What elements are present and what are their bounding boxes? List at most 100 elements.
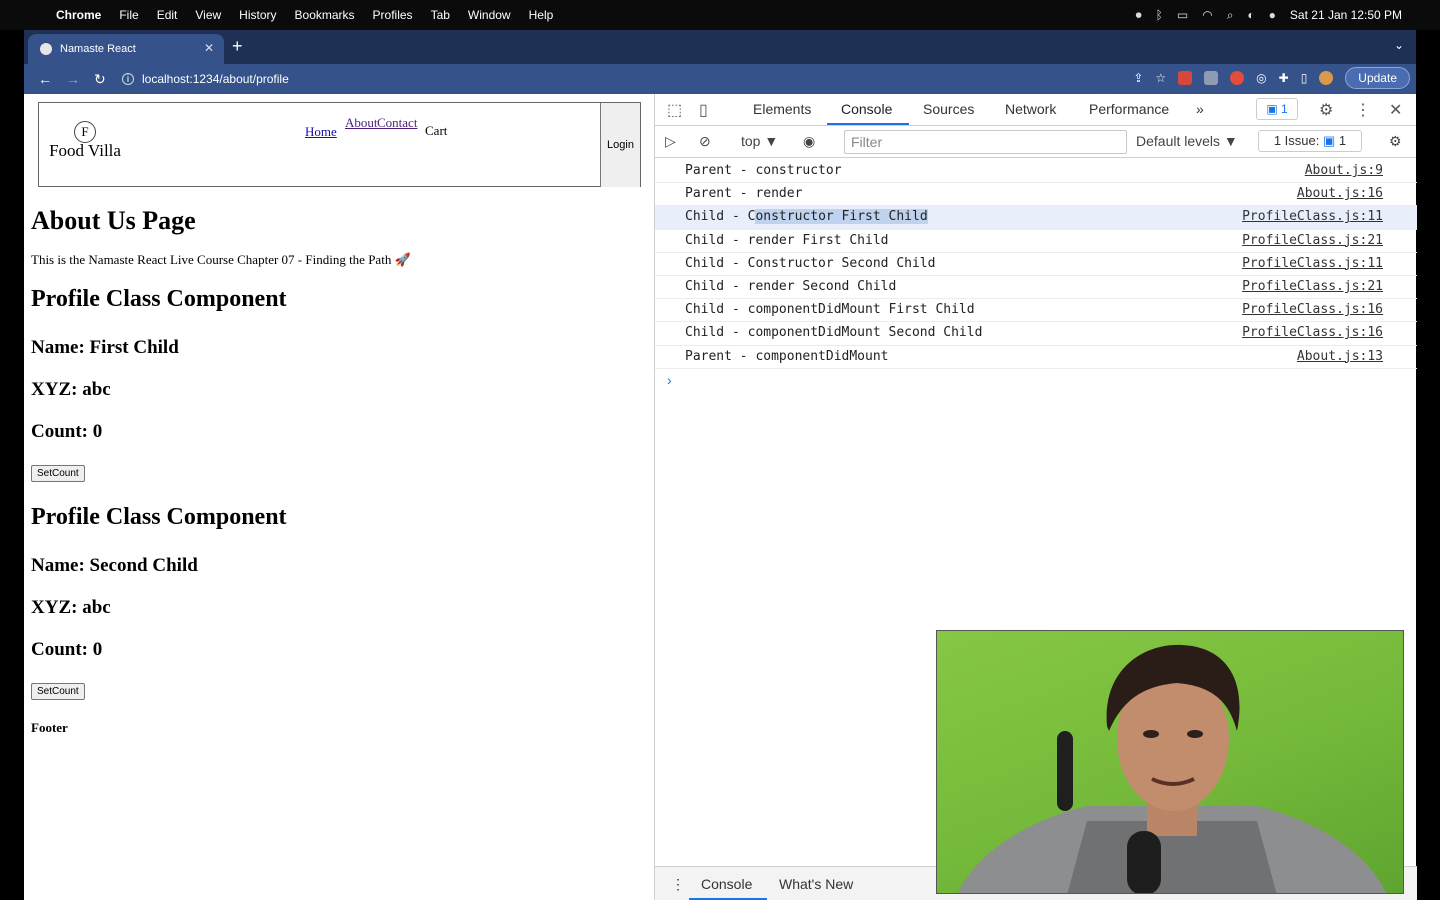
console-log-row-selected[interactable]: Child - Constructor First Child ProfileCl…: [655, 206, 1417, 230]
issues-label: 1 Issue:: [1273, 133, 1320, 148]
back-icon[interactable]: ←: [38, 71, 52, 87]
sidebar-toggle-icon[interactable]: ▷: [665, 133, 676, 150]
tab-search-chevron-icon[interactable]: ⌄: [1394, 38, 1404, 52]
battery-icon[interactable]: ▭: [1177, 8, 1188, 22]
address-bar[interactable]: i localhost:1234/about/profile: [112, 67, 1112, 91]
new-tab-icon[interactable]: +: [232, 36, 243, 57]
console-prompt-chevron-icon[interactable]: ›: [667, 372, 672, 388]
console-log-row[interactable]: Parent - constructor About.js:9: [655, 160, 1417, 184]
control-center-icon[interactable]: ◐: [1247, 8, 1254, 22]
menu-history[interactable]: History: [239, 8, 276, 22]
log-levels-dropdown[interactable]: Default levels ▼: [1136, 133, 1238, 149]
setcount-button[interactable]: SetCount: [31, 465, 85, 482]
share-icon[interactable]: ⇪: [1133, 71, 1143, 85]
issues-button[interactable]: 1 Issue: ▣ 1: [1258, 130, 1362, 152]
toolbar-actions: ⇪ ☆ ◎ ✚ ▯ Update: [1133, 67, 1410, 89]
console-settings-gear-icon[interactable]: ⚙: [1389, 133, 1402, 150]
drawer-tab-whats-new[interactable]: What's New: [779, 876, 853, 892]
tab-sources[interactable]: Sources: [923, 101, 974, 117]
extension-icon[interactable]: [1178, 71, 1193, 85]
tab-console[interactable]: Console: [841, 101, 892, 117]
update-button[interactable]: Update: [1345, 67, 1410, 89]
filter-input[interactable]: Filter: [844, 130, 1127, 154]
extension-icon[interactable]: [1230, 71, 1245, 85]
log-source-link[interactable]: ProfileClass.js:11: [1242, 256, 1383, 271]
tab-performance[interactable]: Performance: [1089, 101, 1169, 117]
device-toolbar-icon[interactable]: ▯: [699, 100, 708, 120]
logo[interactable]: F Food Villa: [45, 121, 125, 169]
log-source-link[interactable]: About.js:9: [1305, 163, 1383, 178]
menu-app-name[interactable]: Chrome: [56, 8, 101, 22]
tab-close-icon[interactable]: ✕: [204, 41, 214, 55]
console-log-row[interactable]: Child - Constructor Second Child ProfileC…: [655, 253, 1417, 276]
console-log-row[interactable]: Parent - componentDidMount About.js:13: [655, 346, 1417, 369]
search-icon[interactable]: ⌕: [1227, 8, 1234, 23]
log-message: Parent - componentDidMount: [685, 348, 889, 364]
messages-count: 1: [1280, 102, 1288, 116]
extension-icon[interactable]: ◎: [1256, 71, 1266, 85]
console-toolbar: ▷ ⊘ top ▼ ◉ Filter Default levels ▼ 1 Is…: [655, 126, 1416, 158]
live-expression-eye-icon[interactable]: ◉: [803, 133, 815, 150]
close-devtools-icon[interactable]: ✕: [1389, 100, 1402, 120]
record-icon[interactable]: ⏺: [1136, 8, 1142, 23]
nav-about-link[interactable]: About: [345, 115, 378, 131]
menu-tab[interactable]: Tab: [431, 8, 450, 22]
forward-icon[interactable]: →: [66, 71, 80, 87]
setcount-button[interactable]: SetCount: [31, 683, 85, 700]
login-button[interactable]: Login: [600, 103, 640, 187]
drawer-menu-icon[interactable]: ⋮: [671, 876, 685, 893]
console-log-row[interactable]: Parent - render About.js:16: [655, 183, 1417, 207]
tab-network[interactable]: Network: [1005, 101, 1056, 117]
menu-view[interactable]: View: [195, 8, 221, 22]
context-selector[interactable]: top ▼: [741, 133, 778, 149]
wifi-icon[interactable]: ◠: [1202, 8, 1212, 22]
siri-icon[interactable]: ●: [1269, 8, 1276, 22]
drawer-tab-console[interactable]: Console: [701, 876, 752, 892]
tab-title: Namaste React: [60, 43, 136, 55]
profile-name: Name: First Child: [31, 337, 179, 358]
menu-edit[interactable]: Edit: [157, 8, 178, 22]
more-options-icon[interactable]: ⋮: [1355, 100, 1371, 120]
log-source-link[interactable]: ProfileClass.js:16: [1242, 302, 1383, 317]
menu-file[interactable]: File: [119, 8, 138, 22]
more-tabs-icon[interactable]: »: [1196, 101, 1204, 117]
menubar-clock[interactable]: Sat 21 Jan 12:50 PM: [1290, 8, 1402, 22]
clear-console-icon[interactable]: ⊘: [699, 133, 711, 150]
site-info-icon[interactable]: i: [122, 73, 134, 85]
log-source-link[interactable]: ProfileClass.js:21: [1242, 279, 1383, 294]
console-log-row[interactable]: Child - render First Child ProfileClass.j…: [655, 230, 1417, 253]
avatar[interactable]: [1319, 71, 1334, 85]
log-source-link[interactable]: About.js:16: [1297, 186, 1383, 201]
presenter-video: [958, 644, 1386, 893]
browser-tab[interactable]: Namaste React ✕: [28, 34, 224, 64]
profile-count: Count: 0: [31, 639, 103, 660]
log-source-link[interactable]: ProfileClass.js:16: [1242, 325, 1383, 340]
active-tab-indicator: [827, 123, 909, 125]
settings-gear-icon[interactable]: ⚙: [1319, 100, 1333, 120]
menu-help[interactable]: Help: [529, 8, 554, 22]
sidepanel-icon[interactable]: ▯: [1301, 71, 1308, 85]
inspect-element-icon[interactable]: ⬚: [667, 100, 682, 120]
menu-bookmarks[interactable]: Bookmarks: [295, 8, 355, 22]
web-page: F Food Villa Home About Contact Cart Log…: [24, 94, 654, 900]
menu-profiles[interactable]: Profiles: [373, 8, 413, 22]
console-log-row[interactable]: Child - componentDidMount First Child Pro…: [655, 299, 1417, 323]
reload-icon[interactable]: ↻: [94, 71, 106, 88]
log-message: Child - componentDidMount Second Child: [685, 325, 983, 341]
bookmark-star-icon[interactable]: ☆: [1155, 71, 1166, 85]
tab-elements[interactable]: Elements: [753, 101, 811, 117]
extension-icon[interactable]: [1204, 71, 1219, 85]
log-source-link[interactable]: About.js:13: [1297, 349, 1383, 364]
nav-home-link[interactable]: Home: [305, 124, 337, 140]
bluetooth-icon[interactable]: ᛒ: [1156, 8, 1163, 22]
puzzle-icon[interactable]: ✚: [1279, 71, 1289, 85]
menu-window[interactable]: Window: [468, 8, 511, 22]
profile-heading: Profile Class Component: [31, 504, 287, 530]
log-source-link[interactable]: ProfileClass.js:11: [1242, 209, 1383, 224]
messages-badge[interactable]: ▣ 1: [1256, 98, 1298, 120]
console-log-list: Parent - constructor About.js:9 Parent - …: [655, 160, 1417, 369]
console-log-row[interactable]: Child - componentDidMount Second Child Pr…: [655, 322, 1417, 346]
console-log-row[interactable]: Child - render Second Child ProfileClass.…: [655, 276, 1417, 300]
nav-contact-link[interactable]: Contact: [377, 115, 417, 131]
log-source-link[interactable]: ProfileClass.js:21: [1242, 233, 1383, 248]
